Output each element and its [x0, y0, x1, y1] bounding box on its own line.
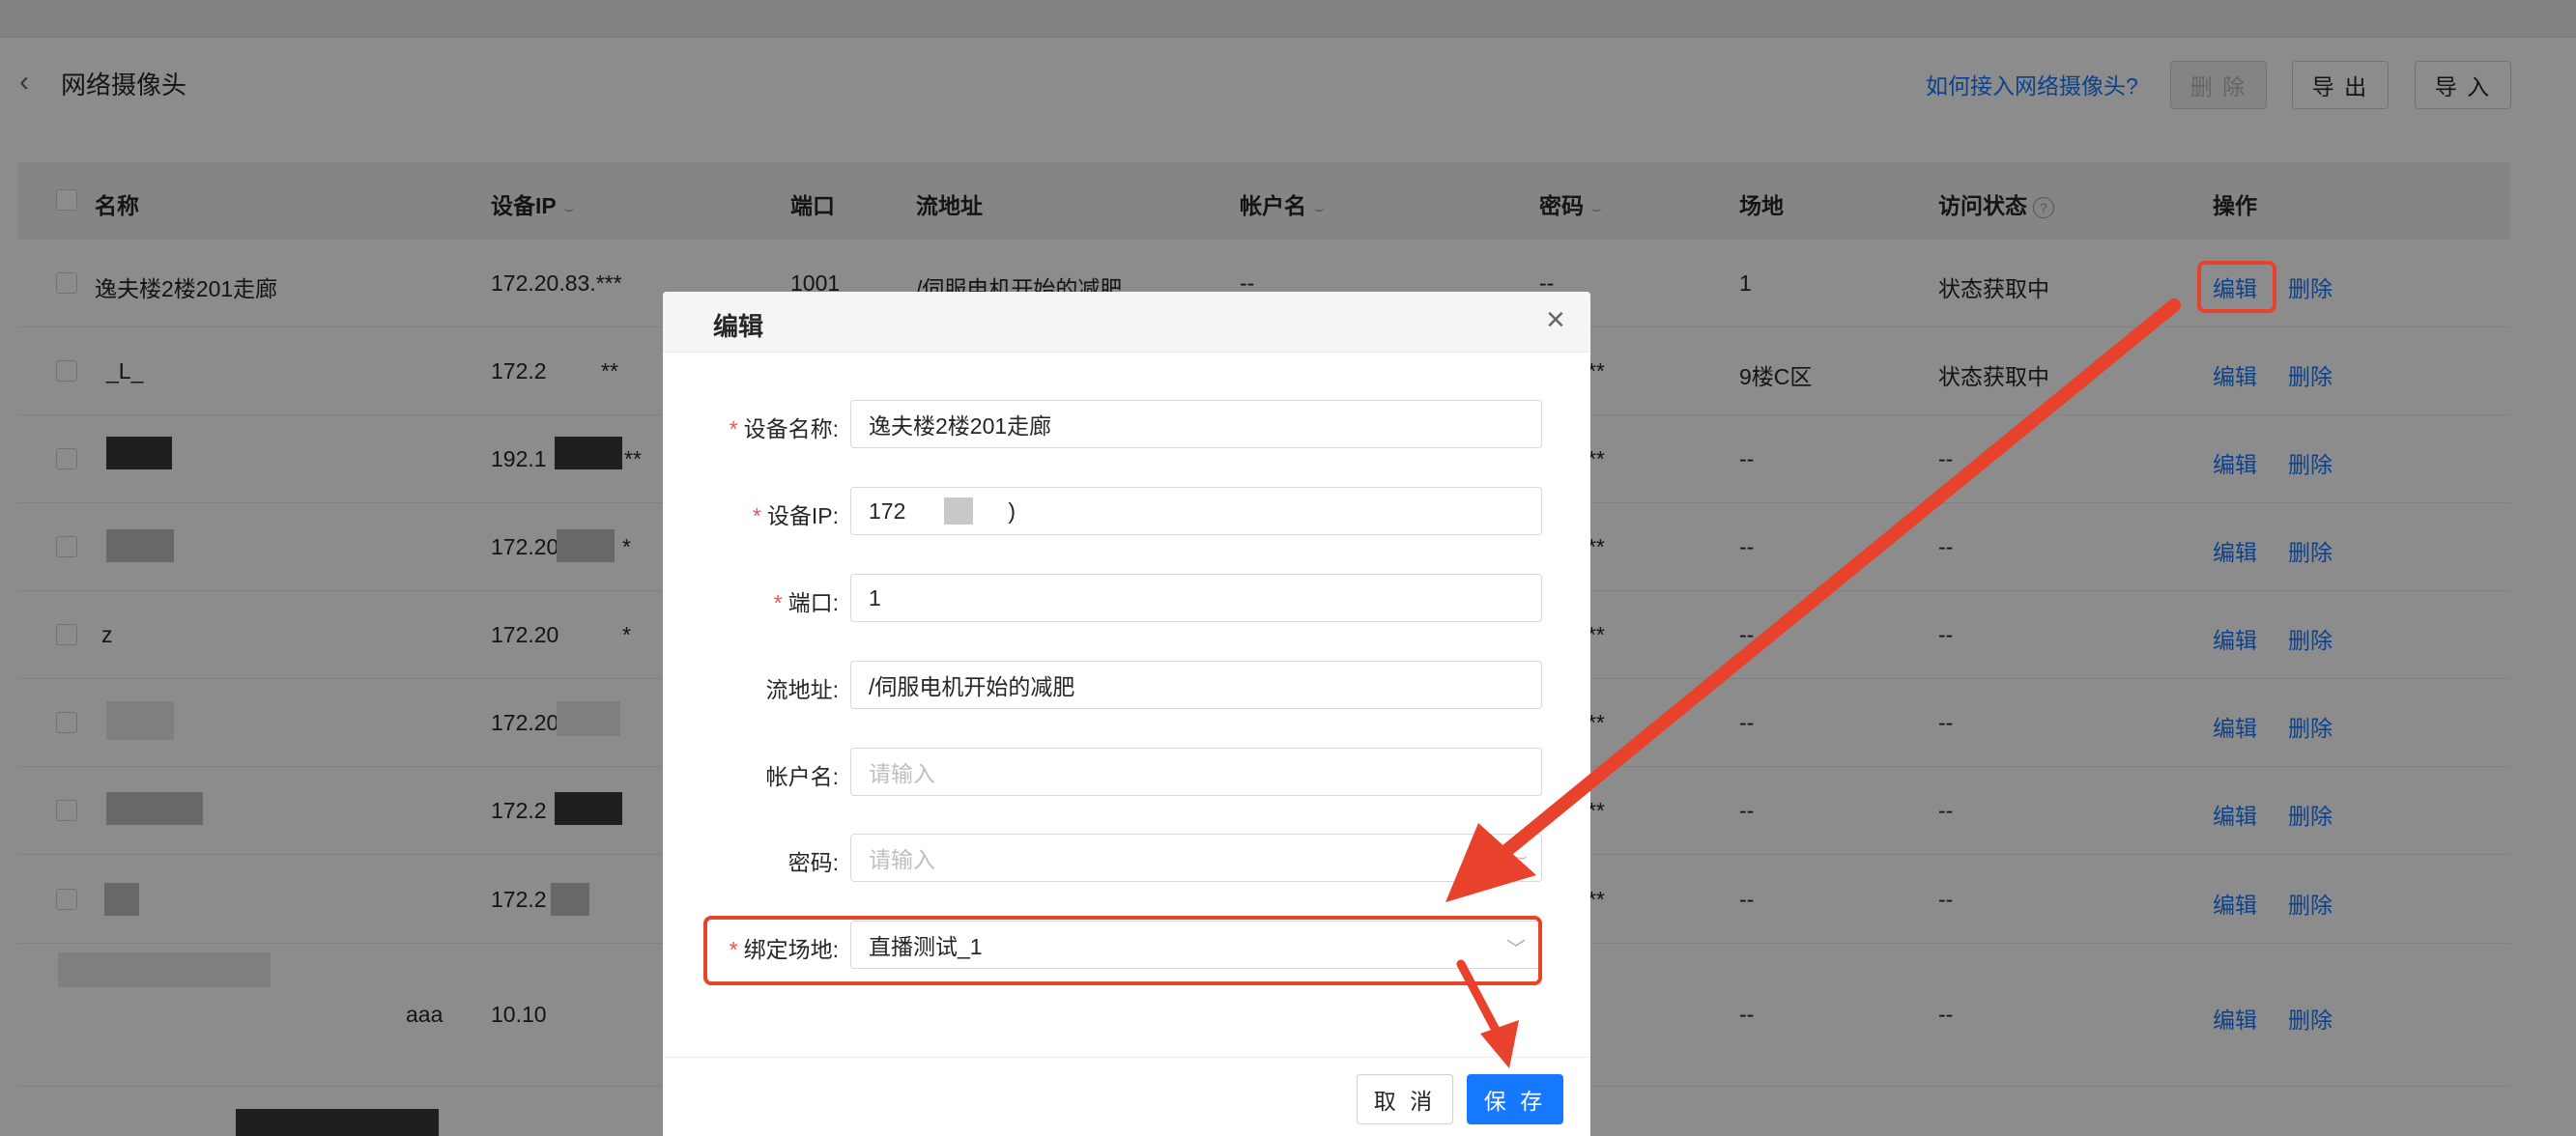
- arrow-to-save: [1456, 959, 1503, 1038]
- annotation-arrows: [1445, 298, 2181, 1068]
- arrow-to-venue: [1501, 298, 2181, 857]
- arrow-to-save-head: [1480, 1020, 1519, 1068]
